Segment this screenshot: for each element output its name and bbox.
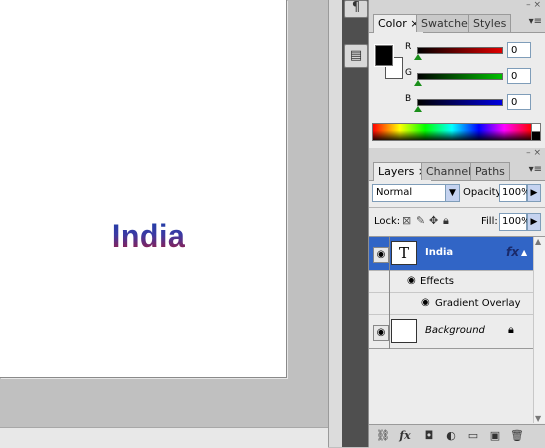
layers-vertical-scrollbar[interactable]: ▲ ▼ [533, 237, 545, 423]
color-panel-header: – × [369, 0, 545, 12]
layers-panel: – × Layers × Channels Paths ▾≡ [369, 148, 545, 181]
adjustment-layer-icon[interactable]: ◐ [443, 429, 459, 442]
tab-label: Color [378, 17, 407, 30]
divider [389, 315, 390, 349]
tab-paths[interactable]: Paths [470, 162, 510, 180]
close-icon[interactable]: × [533, 148, 541, 158]
color-panel-tabs: Color × Swatches Styles ▾≡ [369, 12, 545, 33]
lock-image-icon[interactable]: ✎ [416, 214, 425, 227]
add-mask-icon[interactable]: ◘ [421, 429, 437, 442]
divider [389, 237, 390, 271]
tab-label: Styles [473, 17, 507, 30]
green-slider-track[interactable] [417, 73, 503, 80]
blend-mode-select[interactable]: Normal ▼ [372, 184, 460, 202]
fx-icon[interactable]: fx [506, 245, 519, 259]
visibility-eye-icon[interactable]: ◉ [373, 247, 389, 263]
lock-all-icon[interactable]: 🔒︎ [443, 214, 449, 228]
layer-name[interactable]: India [425, 247, 453, 258]
panel-menu-icon[interactable]: ▾≡ [529, 16, 542, 27]
scroll-down-icon[interactable]: ▼ [535, 414, 541, 423]
gradient-overlay-label: Gradient Overlay [435, 298, 521, 309]
slider-row-r: R 0 [369, 42, 545, 64]
divider [369, 207, 545, 208]
lock-icon: 🔒︎ [508, 323, 514, 336]
effects-row[interactable]: ◉ Effects [369, 271, 533, 293]
lock-label: Lock: [374, 216, 401, 227]
minimize-icon[interactable]: – [526, 0, 531, 10]
slider-row-g: G 0 [369, 68, 545, 90]
opacity-input[interactable]: 100% [499, 184, 531, 202]
layer-row-background[interactable]: ◉ Background 🔒︎ [369, 315, 533, 349]
slider-label: B [405, 94, 412, 104]
new-group-icon[interactable]: ▭ [465, 429, 481, 442]
tab-label: Paths [475, 165, 505, 178]
gradient-overlay-row[interactable]: ◉ Gradient Overlay [369, 293, 533, 315]
color-panel: – × Color × Swatches Styles ▾≡ [369, 0, 545, 33]
scroll-up-icon[interactable]: ▲ [535, 237, 541, 246]
red-slider-thumb[interactable] [414, 54, 422, 60]
effects-label: Effects [420, 276, 454, 287]
layers-panel-header: – × [369, 148, 545, 160]
chevron-down-icon[interactable]: ▼ [445, 185, 459, 201]
layers-panel-tabs: Layers × Channels Paths ▾≡ [369, 160, 545, 181]
layer-name[interactable]: Background [425, 325, 485, 336]
blue-value-input[interactable]: 0 [507, 94, 531, 110]
paragraph-icon[interactable]: ¶ [344, 0, 368, 18]
new-layer-icon[interactable]: ▣ [487, 429, 503, 442]
tab-label: Swatches [421, 17, 474, 30]
tab-styles[interactable]: Styles [468, 14, 512, 32]
blend-mode-value: Normal [376, 187, 413, 198]
opacity-label: Opacity: [463, 187, 505, 198]
layers-bottom-toolbar: ⛓ fx ◘ ◐ ▭ ▣ 🗑︎ [369, 424, 545, 448]
visibility-eye-icon[interactable]: ◉ [373, 325, 389, 341]
slider-label: G [405, 68, 412, 78]
divider [389, 271, 390, 293]
eye-icon[interactable]: ◉ [421, 297, 430, 308]
fill-label: Fill: [481, 216, 498, 227]
collapse-arrow-icon[interactable]: ▲ [521, 248, 527, 257]
lock-position-icon[interactable]: ✥ [429, 214, 438, 227]
background-layer-thumbnail[interactable] [391, 319, 417, 343]
minimize-icon[interactable]: – [526, 148, 531, 158]
red-value-input[interactable]: 0 [507, 42, 531, 58]
slider-label: R [405, 42, 412, 52]
tab-label: Layers [378, 165, 415, 178]
notes-icon[interactable]: ▤ [344, 44, 368, 68]
layer-row-india[interactable]: ◉ T India fx ▲ [369, 237, 533, 271]
text-layer-thumbnail[interactable]: T [391, 241, 417, 265]
chevron-right-icon[interactable]: ▶ [527, 184, 541, 202]
close-icon[interactable]: × [533, 0, 541, 10]
color-spectrum-ramp[interactable] [372, 123, 532, 141]
panel-menu-icon[interactable]: ▾≡ [529, 164, 542, 175]
divider [389, 293, 390, 315]
green-value-input[interactable]: 0 [507, 68, 531, 84]
eye-icon[interactable]: ◉ [407, 275, 416, 286]
chevron-right-icon[interactable]: ▶ [527, 213, 541, 231]
red-slider-track[interactable] [417, 47, 503, 54]
lock-transparent-icon[interactable]: ⊠ [402, 214, 411, 227]
slider-row-b: B 0 [369, 94, 545, 116]
fill-input[interactable]: 100% [499, 213, 531, 231]
green-slider-thumb[interactable] [414, 80, 422, 86]
document-canvas[interactable] [0, 0, 287, 378]
link-layers-icon[interactable]: ⛓ [375, 429, 391, 442]
horizontal-scrollbar[interactable] [0, 427, 328, 448]
black-swatch[interactable] [531, 131, 541, 141]
blue-slider-thumb[interactable] [414, 106, 422, 112]
canvas-text-india[interactable]: India [112, 218, 185, 255]
trash-icon[interactable]: 🗑︎ [509, 429, 525, 442]
window-divider [328, 0, 343, 447]
add-style-icon[interactable]: fx [397, 429, 413, 442]
blue-slider-track[interactable] [417, 99, 503, 106]
